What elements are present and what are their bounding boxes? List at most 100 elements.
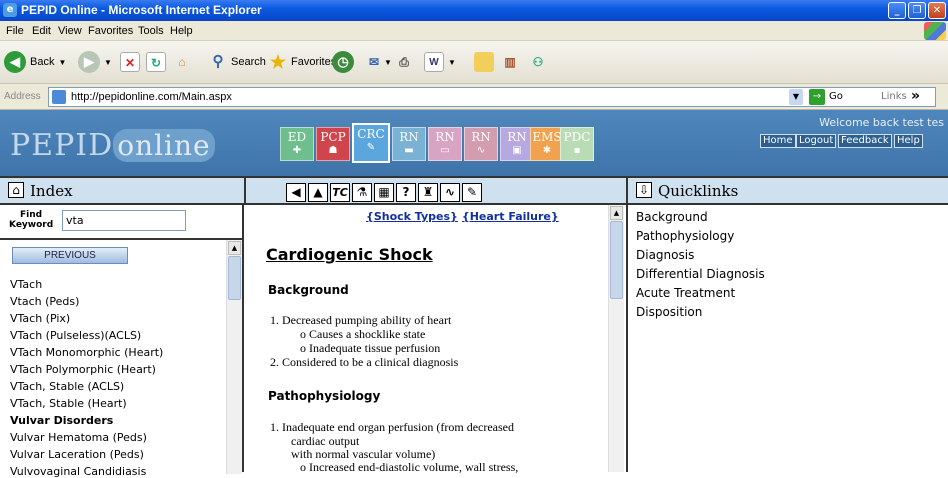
index-title: Index — [30, 182, 73, 200]
word-icon: W — [424, 52, 444, 72]
module-label: CRC — [357, 127, 385, 141]
forward-button[interactable]: ▶ ▼ — [78, 49, 112, 75]
search-button[interactable]: ⚲ Search — [208, 49, 266, 75]
list-item[interactable]: VTach, Stable (Heart) — [10, 397, 127, 410]
index-scrollbar[interactable]: ▲ — [226, 240, 242, 474]
tc-icon[interactable]: TC — [330, 183, 350, 202]
nav-help[interactable]: Help — [894, 134, 923, 148]
module-rn-2[interactable]: RN ▭ — [428, 127, 462, 161]
go-arrow-icon[interactable]: → — [809, 89, 825, 105]
go-button[interactable]: Go — [829, 91, 843, 102]
list-item[interactable]: VTach Polymorphic (Heart) — [10, 363, 156, 376]
address-dropdown-icon[interactable]: ▼ — [789, 89, 803, 105]
link-heart-failure[interactable]: {Heart Failure} — [462, 210, 559, 223]
menu-edit[interactable]: Edit — [32, 25, 51, 37]
print-button[interactable]: ⎙ — [394, 49, 414, 75]
refresh-button[interactable]: ↻ — [146, 49, 166, 75]
plus-icon: ✚ — [292, 145, 302, 156]
address-bar: Address http://pepidonline.com/Main.aspx… — [0, 84, 948, 110]
nav-logout[interactable]: Logout — [796, 134, 837, 148]
quicklink-acute-treatment[interactable]: Acute Treatment — [636, 286, 735, 300]
list-item[interactable]: VTach (Pulseless)(ACLS) — [10, 329, 141, 342]
content-scrollbar[interactable]: ▲ — [608, 205, 624, 472]
flask-icon[interactable]: ⚗ — [352, 183, 372, 202]
quicklinks-icon: ⇩ — [636, 182, 652, 198]
maximize-button[interactable]: ❐ — [908, 2, 926, 19]
list-item[interactable]: Vulvar Hematoma (Peds) — [10, 431, 147, 444]
links-label[interactable]: Links — [881, 91, 907, 102]
module-crc[interactable]: CRC ✎ — [352, 123, 390, 163]
minimize-button[interactable]: _ — [888, 2, 906, 19]
drug-icon[interactable]: ♜ — [418, 183, 438, 202]
forward-dropdown-icon[interactable]: ▼ — [104, 58, 112, 67]
favorites-button[interactable]: ★ Favorites — [268, 49, 336, 75]
module-rn-3[interactable]: RN ▣ — [500, 127, 534, 161]
edit-dropdown-icon[interactable]: ▼ — [448, 58, 456, 67]
scroll-thumb[interactable] — [610, 221, 623, 299]
quicklink-disposition[interactable]: Disposition — [636, 305, 702, 319]
quicklink-pathophysiology[interactable]: Pathophysiology — [636, 229, 734, 243]
previous-button[interactable]: PREVIOUS — [12, 247, 128, 264]
pencil-icon[interactable]: ✎ — [462, 183, 482, 202]
link-shock-types[interactable]: {Shock Types} — [366, 210, 458, 223]
back-arrow-icon: ◀ — [4, 51, 26, 73]
close-button[interactable]: ✕ — [928, 2, 946, 19]
window-title-bar: e PEPID Online - Microsoft Internet Expl… — [0, 0, 948, 21]
menu-view[interactable]: View — [58, 25, 82, 37]
list-item[interactable]: Vtach (Peds) — [10, 295, 79, 308]
menu-help[interactable]: Help — [170, 25, 193, 37]
menu-file[interactable]: File — [6, 25, 24, 37]
windows-logo-icon — [924, 22, 946, 40]
home-button[interactable]: ⌂ — [172, 49, 192, 75]
nav-feedback[interactable]: Feedback — [838, 134, 892, 148]
scroll-up-icon[interactable]: ▲ — [228, 241, 241, 255]
address-url[interactable]: http://pepidonline.com/Main.aspx — [71, 91, 232, 103]
research-button[interactable]: ▥ — [500, 49, 520, 75]
edit-button[interactable]: W ▼ — [424, 49, 456, 75]
scroll-thumb[interactable] — [228, 256, 241, 300]
nav-home[interactable]: Home — [760, 134, 796, 148]
menu-favorites[interactable]: Favorites — [88, 25, 133, 37]
module-pdc[interactable]: PDC ▪ — [560, 127, 594, 161]
module-pcp[interactable]: PCP ☗ — [316, 127, 350, 161]
question-icon[interactable]: ? — [396, 183, 416, 202]
research-icon: ▥ — [504, 55, 516, 69]
quicklink-differential-diagnosis[interactable]: Differential Diagnosis — [636, 267, 765, 281]
list-item[interactable]: Vulvar Disorders — [10, 414, 113, 427]
content-header: ◀ ▲ TC ⚗ ▦ ? ♜ ∿ ✎ — [246, 176, 626, 205]
module-rn-critical[interactable]: RN ∿ — [464, 127, 498, 161]
quicklink-background[interactable]: Background — [636, 210, 708, 224]
list-item[interactable]: VTach Monomorphic (Heart) — [10, 346, 163, 359]
list-item[interactable]: Vulvar Laceration (Peds) — [10, 448, 144, 461]
page-icon — [52, 90, 66, 104]
scroll-up-icon[interactable]: ▲ — [610, 206, 623, 220]
folder-button[interactable] — [474, 49, 494, 75]
back-dropdown-icon[interactable]: ▼ — [58, 58, 66, 67]
quicklink-diagnosis[interactable]: Diagnosis — [636, 248, 694, 262]
calculator-icon[interactable]: ▦ — [374, 183, 394, 202]
keyword-input[interactable] — [62, 210, 186, 231]
list-item[interactable]: VTach (Pix) — [10, 312, 70, 325]
module-label: RN — [507, 130, 527, 144]
address-field[interactable]: http://pepidonline.com/Main.aspx ▼ → Go … — [48, 87, 936, 107]
related-links: {Shock Types} {Heart Failure} — [366, 210, 563, 223]
menu-tools[interactable]: Tools — [138, 25, 164, 37]
history-button[interactable]: ◷ — [332, 49, 354, 75]
ekg-icon[interactable]: ∿ — [440, 183, 460, 202]
back-button[interactable]: ◀ Back ▼ — [4, 49, 66, 75]
list-item[interactable]: VTach, Stable (ACLS) — [10, 380, 124, 393]
home-icon[interactable]: ⌂ — [8, 182, 24, 198]
messenger-button[interactable]: ⚇ — [528, 49, 548, 75]
list-item[interactable]: VTach — [10, 278, 42, 291]
pepid-header: PEPID online ED ✚ PCP ☗ CRC ✎ RN ▬ RN ▭ RN ∿ RN… — [0, 110, 948, 176]
module-rn-1[interactable]: RN ▬ — [392, 127, 426, 161]
links-chevron-icon[interactable]: » — [911, 88, 920, 104]
module-ed[interactable]: ED ✚ — [280, 127, 314, 161]
pill-icon: ▪ — [573, 145, 581, 156]
mail-button[interactable]: ✉ ▼ — [364, 49, 392, 75]
up-arrow-icon[interactable]: ▲ — [308, 183, 328, 202]
mail-dropdown-icon[interactable]: ▼ — [384, 58, 392, 67]
back-arrow-icon[interactable]: ◀ — [286, 183, 306, 202]
stop-button[interactable]: ✕ — [120, 49, 140, 75]
module-ems[interactable]: EMS ✱ — [530, 127, 564, 161]
